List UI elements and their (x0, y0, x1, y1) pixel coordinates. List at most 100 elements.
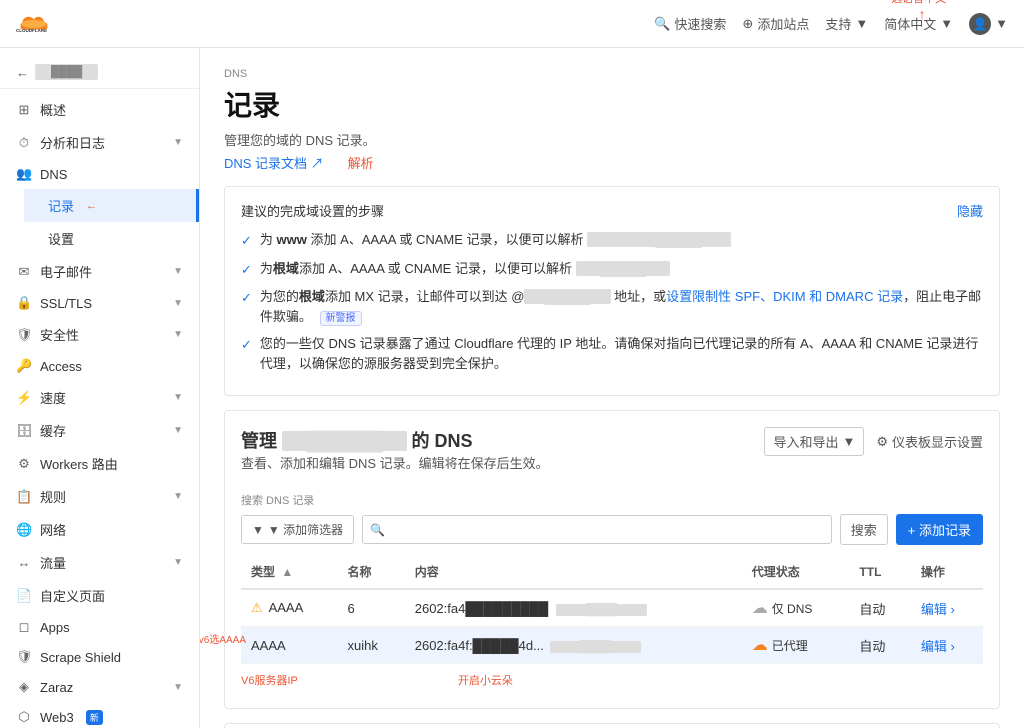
top-navigation: CLOUDFLARE 🔍 快速搜索 ⊕ 添加站点 支持 ▼ 简体中文 ▼ 选语言… (0, 0, 1024, 48)
cell-type-2: AAAA (241, 627, 337, 664)
dashboard-settings-btn[interactable]: ⚙ 仪表板显示设置 (876, 432, 983, 451)
sidebar-item-access[interactable]: 🔑 Access (0, 351, 199, 381)
chevron-icon: ▼ (173, 392, 183, 403)
sidebar-item-apps[interactable]: ◻ Apps (0, 612, 199, 642)
page-description: 管理您的域的 DNS 记录。 (224, 130, 1000, 149)
security-icon: 🛡 (16, 327, 32, 343)
support-btn[interactable]: 支持 ▼ (825, 14, 868, 33)
dns-manage-section: 管理 ██████ 的 DNS 查看、添加和编辑 DNS 记录。编辑将在保存后生… (224, 410, 1000, 709)
avatar: 👤 (969, 13, 991, 35)
sidebar-item-zaraz[interactable]: ◈ Zaraz ▼ (0, 672, 199, 702)
language-chevron-icon: ▼ (940, 16, 953, 31)
sidebar-item-network[interactable]: 🌐 网络 (0, 513, 199, 546)
add-record-btn[interactable]: + 添加记录 (896, 514, 983, 545)
language-btn[interactable]: 简体中文 ▼ 选语言中文 ↑ (884, 14, 953, 33)
search-btn[interactable]: 搜索 (840, 514, 888, 545)
suggestion-item-1: ✓ 为 www 添加 A、AAAA 或 CNAME 记录，以便可以解析 www.… (241, 230, 983, 251)
chevron-icon: ▼ (173, 682, 183, 693)
chevron-icon: ▼ (173, 266, 183, 277)
cloud-enable-annotation: 开启小云朵 (458, 672, 513, 688)
sidebar-item-custom-pages[interactable]: 📄 自定义页面 (0, 579, 199, 612)
table-row: ⚠ AAAA ipv6选AAAA 6 2602:fa4█████████ ███… (241, 589, 983, 627)
sidebar-item-dns[interactable]: 👥 DNS (0, 159, 199, 189)
sidebar-item-workers[interactable]: ⚙ Workers 路由 (0, 447, 199, 480)
cell-ttl-2: 自动 (849, 627, 910, 664)
cell-name-2: xuihk (337, 627, 404, 664)
cloud-gray-icon: ☁ (752, 598, 768, 618)
sidebar-item-label: 分析和日志 (40, 133, 105, 152)
resolve-link[interactable]: 解析 (348, 153, 374, 172)
sidebar: ← ████ ⊞ 概述 ⏱ 分析和日志 ▼ 👥 DNS 记录 ← 设置 ✉ (0, 48, 200, 728)
cache-icon: 🗄 (16, 423, 32, 439)
logo[interactable]: CLOUDFLARE (16, 12, 52, 36)
search-inline-icon: 🔍 (370, 523, 385, 537)
sidebar-item-email[interactable]: ✉ 电子邮件 ▼ (0, 255, 199, 288)
scrape-shield-icon: 🛡 (16, 649, 32, 665)
sidebar-item-label: Apps (40, 620, 70, 635)
breadcrumb: DNS (224, 68, 1000, 80)
cloudflare-logo-icon: CLOUDFLARE (16, 12, 52, 36)
spf-link[interactable]: 设置限制性 SPF、DKIM 和 DMARC 记录 (666, 287, 903, 307)
sidebar-item-rules[interactable]: 📋 规则 ▼ (0, 480, 199, 513)
chevron-icon: ▼ (173, 557, 183, 568)
sidebar-item-label: Workers 路由 (40, 454, 118, 473)
import-export-btn[interactable]: 导入和导出 ▼ (764, 427, 864, 456)
dns-icon: 👥 (16, 166, 32, 182)
suggestion-text-1: 为 www 添加 A、AAAA 或 CNAME 记录，以便可以解析 www.h█… (260, 230, 732, 250)
col-type: 类型 ▲ (241, 555, 337, 589)
sidebar-item-dns-settings[interactable]: 设置 (24, 222, 199, 255)
chevron-icon: ▼ (173, 425, 183, 436)
sidebar-item-speed[interactable]: ⚡ 速度 ▼ (0, 381, 199, 414)
chevron-right-icon-2: › (951, 639, 955, 654)
cell-type-1: ⚠ AAAA ipv6选AAAA (241, 589, 337, 627)
main-content: DNS 记录 管理您的域的 DNS 记录。 DNS 记录文档 ↗ 解析 建议的完… (200, 48, 1024, 728)
ipv6-annotation: ipv6选AAAA (200, 631, 246, 646)
sidebar-item-scrape-shield[interactable]: 🛡 Scrape Shield (0, 642, 199, 672)
user-menu-btn[interactable]: 👤 ▼ (969, 13, 1008, 35)
col-proxy: 代理状态 (742, 555, 850, 589)
proxy-badge-1: ☁ 仅 DNS (752, 598, 813, 618)
dns-manage-header: 管理 ██████ 的 DNS 查看、添加和编辑 DNS 记录。编辑将在保存后生… (241, 427, 983, 486)
cell-name-1: 6 (337, 589, 404, 627)
chevron-right-icon-1: › (951, 602, 955, 617)
sidebar-back-btn[interactable]: ← ████ (0, 56, 199, 89)
traffic-icon: ↔ (16, 555, 32, 570)
dns-docs-link[interactable]: DNS 记录文档 ↗ (224, 153, 324, 172)
sort-arrow-icon[interactable]: ▲ (281, 565, 293, 579)
quick-search-btn[interactable]: 🔍 快速搜索 (654, 14, 726, 33)
sidebar-item-label: 流量 (40, 553, 66, 572)
sidebar-item-overview[interactable]: ⊞ 概述 (0, 93, 199, 126)
check-icon-1: ✓ (241, 231, 252, 251)
add-site-btn[interactable]: ⊕ 添加站点 (742, 14, 809, 33)
proxy-label-2: 已代理 (772, 637, 808, 654)
filter-label: ▼ 添加筛选器 (268, 521, 343, 538)
sidebar-item-dns-records[interactable]: 记录 ← (24, 189, 199, 222)
v6-server-annotation: V6服务器IP (241, 672, 298, 688)
sidebar-item-label: 设置 (48, 229, 74, 248)
cell-content-1: 2602:fa4█████████ ████ (405, 589, 742, 627)
add-record-label: + 添加记录 (908, 520, 971, 539)
dns-manage-title: 管理 ██████ 的 DNS (241, 427, 549, 453)
sidebar-item-label: 概述 (40, 100, 66, 119)
email-icon: ✉ (16, 264, 32, 280)
sidebar-item-security[interactable]: 🛡 安全性 ▼ (0, 318, 199, 351)
sidebar-item-cache[interactable]: 🗄 缓存 ▼ (0, 414, 199, 447)
hide-btn[interactable]: 隐藏 (957, 201, 983, 220)
lang-arrow-icon: ↑ (919, 6, 926, 22)
dns-manage-desc: 查看、添加和编辑 DNS 记录。编辑将在保存后生效。 (241, 453, 549, 472)
sidebar-item-analytics[interactable]: ⏱ 分析和日志 ▼ (0, 126, 199, 159)
sidebar-item-traffic[interactable]: ↔ 流量 ▼ (0, 546, 199, 579)
dns-table: 类型 ▲ 名称 内容 代理状态 TTL 操作 ⚠ AAAA (241, 555, 983, 664)
sidebar-item-ssl[interactable]: 🔒 SSL/TLS ▼ (0, 288, 199, 318)
dashboard-settings-label: 仪表板显示设置 (892, 432, 983, 451)
page-title: 记录 (224, 84, 1000, 124)
search-input[interactable] (362, 515, 832, 544)
edit-btn-2[interactable]: 编辑 (921, 639, 947, 654)
sidebar-item-web3[interactable]: ⬡ Web3 新 (0, 702, 199, 728)
records-arrow-annotation: ← (86, 200, 97, 212)
cell-proxy-2: ☁ 已代理 (742, 627, 850, 664)
filter-btn[interactable]: ▼ ▼ 添加筛选器 (241, 515, 354, 544)
suggestion-box: 建议的完成域设置的步骤 隐藏 ✓ 为 www 添加 A、AAAA 或 CNAME… (224, 186, 1000, 396)
search-row: ▼ ▼ 添加筛选器 🔍 搜索 + 添加记录 (241, 514, 983, 545)
edit-btn-1[interactable]: 编辑 (921, 602, 947, 617)
